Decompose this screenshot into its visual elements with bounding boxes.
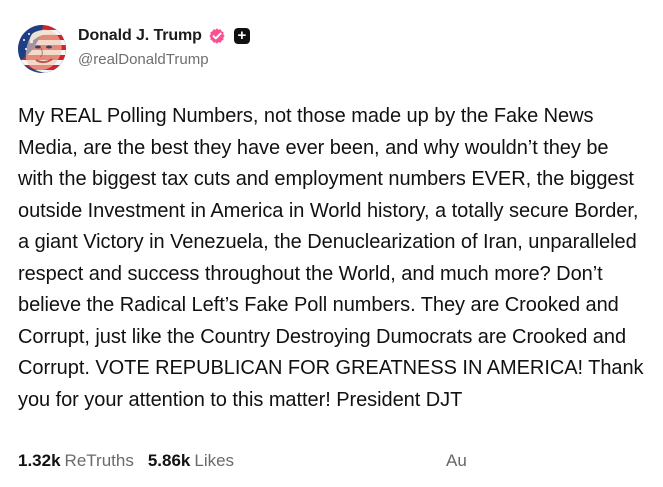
- author-avatar[interactable]: [18, 25, 66, 73]
- flag-face-avatar-icon: [18, 25, 66, 73]
- post-date[interactable]: Au: [446, 451, 658, 476]
- retruths-stat[interactable]: 1.32k ReTruths: [18, 451, 134, 471]
- post-date-visible-text: Au: [446, 451, 467, 470]
- likes-stat[interactable]: 5.86k Likes: [148, 451, 234, 471]
- retruths-count: 1.32k: [18, 451, 61, 470]
- likes-label: Likes: [194, 451, 235, 470]
- plus-badge-icon: +: [233, 28, 250, 44]
- author-display-name[interactable]: Donald J. Trump: [78, 27, 202, 45]
- date-fade-overlay: [468, 451, 658, 476]
- author-identity: Donald J. Trump + @realDonaldTrump: [78, 26, 250, 68]
- likes-count: 5.86k: [147, 451, 191, 470]
- post-header: Donald J. Trump + @realDonaldTrump: [18, 22, 645, 76]
- verified-check-icon: [208, 27, 226, 45]
- retruths-label: ReTruths: [64, 451, 134, 470]
- author-name-row: Donald J. Trump +: [78, 26, 250, 46]
- author-handle[interactable]: @realDonaldTrump: [78, 51, 250, 68]
- post-text: My REAL Polling Numbers, not those made …: [18, 105, 644, 411]
- post-stats: 1.32k ReTruths 5.86k Likes: [18, 451, 234, 471]
- post-card: Donald J. Trump + @realDonaldTrump My RE…: [0, 0, 663, 487]
